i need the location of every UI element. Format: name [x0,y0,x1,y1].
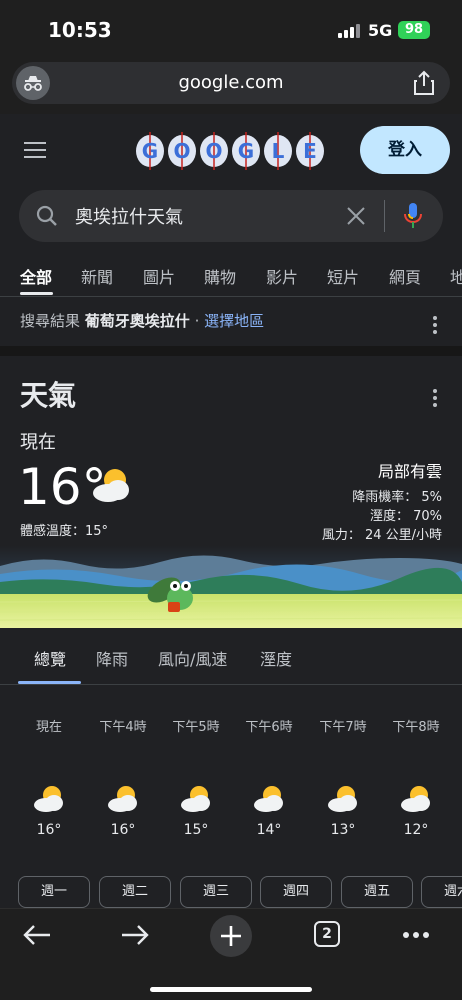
humidity: 溼度： 70% [369,509,442,524]
doodle-letter: L [272,139,285,163]
weather-tab-humidity[interactable]: 溼度 [260,646,292,670]
status-time: 10:53 [48,18,112,42]
search-tabs: 全部 新聞 圖片 購物 影片 短片 網頁 地 [0,258,462,296]
region-more-icon[interactable] [433,316,437,337]
day-chip-sat[interactable]: 週六 [421,876,462,908]
region-separator: · [194,312,200,330]
network-type: 5G [368,21,393,40]
doodle-letter: G [142,139,158,163]
hour-label: 現在 [35,720,62,735]
tab-news[interactable]: 新聞 [81,264,113,288]
active-tab-indicator [20,292,53,295]
tab-videos[interactable]: 影片 [266,264,298,288]
plus-icon [221,926,241,946]
precipitation: 降雨機率： 5% [352,490,442,505]
weather-tab-precipitation[interactable]: 降雨 [96,646,128,670]
day-chip-thu[interactable]: 週四 [260,876,332,908]
hour-temperature: 13° [330,822,356,838]
hour-temperature: 16° [110,822,136,838]
forward-arrow-icon[interactable] [120,923,150,947]
doodle-letter: E [303,139,317,163]
url-text[interactable]: google.com [12,72,450,93]
weather-tab-overview[interactable]: 總覽 [34,646,66,670]
hour-temperature: 16° [36,822,62,838]
hour-temperature: 15° [183,822,209,838]
tab-short-videos[interactable]: 短片 [327,264,359,288]
weather-scene-illustration [0,546,462,628]
hour-temperature: 12° [403,822,429,838]
choose-region-link[interactable]: 選擇地區 [204,312,264,330]
partly-cloudy-icon [108,786,137,812]
more-options-icon[interactable] [402,931,430,939]
login-button[interactable]: 登入 [360,126,450,174]
day-chip-tue[interactable]: 週二 [99,876,171,908]
region-location: 葡萄牙奧埃拉什 [84,312,190,330]
partly-cloudy-icon [254,786,283,812]
cellular-signal-icon [338,24,360,38]
search-divider [384,200,385,232]
weather-tabs-divider [0,684,462,685]
tab-images[interactable]: 圖片 [143,264,175,288]
browser-toolbar: 2 [0,908,462,1000]
microphone-icon[interactable] [403,202,423,230]
address-bar[interactable]: google.com [12,62,450,104]
doodle-letter: G [238,139,254,163]
google-doodle-logo[interactable]: GOOGLE [134,132,326,170]
home-indicator [150,987,312,992]
partly-cloudy-icon [401,786,430,812]
menu-icon[interactable] [24,142,48,160]
tab-all[interactable]: 全部 [20,264,52,288]
battery-indicator: 98 [398,21,430,39]
day-chip-wed[interactable]: 週三 [180,876,252,908]
status-bar: 10:53 5G 98 [0,0,462,58]
now-label: 現在 [20,432,56,453]
search-input[interactable] [75,202,335,230]
weather-title: 天氣 [20,379,77,412]
doodle-letter: O [173,139,190,163]
share-icon[interactable] [412,70,436,96]
tabs-divider [0,296,462,297]
hour-label: 下午4時 [99,720,147,735]
feels-like: 體感溫度：15° [20,524,109,539]
weather-more-icon[interactable] [433,389,437,410]
hour-label: 下午6時 [245,720,293,735]
hour-temperature: 14° [256,822,282,838]
daily-forecast-chips: 週一 週二 週三 週四 週五 週六 [0,876,462,908]
partly-cloudy-icon [93,469,129,502]
hour-label: 下午8時 [392,720,440,735]
tab-shopping[interactable]: 購物 [204,264,236,288]
hour-label: 下午5時 [172,720,220,735]
tab-switcher-button[interactable]: 2 [314,921,340,947]
partly-cloudy-icon [181,786,210,812]
weather-tabs: 總覽 降雨 風向/風速 溼度 [0,634,462,686]
tab-web[interactable]: 網頁 [389,264,421,288]
new-tab-button[interactable] [210,915,252,957]
doodle-letter: O [205,139,222,163]
day-chip-fri[interactable]: 週五 [341,876,413,908]
tab-maps[interactable]: 地 [450,264,462,288]
hour-label: 下午7時 [319,720,367,735]
weather-tab-wind[interactable]: 風向/風速 [158,646,227,670]
wind: 風力： 24 公里/小時 [321,528,442,543]
region-notice: 搜尋結果 葡萄牙奧埃拉什 · 選擇地區 [20,310,264,331]
google-header: GOOGLE 登入 [0,114,462,184]
browser-address-area: google.com [0,58,462,114]
back-arrow-icon[interactable] [22,923,52,947]
weather-condition: 局部有雲 [377,462,442,481]
clear-icon[interactable] [345,205,367,227]
partly-cloudy-icon [328,786,357,812]
search-icon [36,205,57,226]
partly-cloudy-icon [34,786,63,812]
section-gap [0,346,462,356]
day-chip-mon[interactable]: 週一 [18,876,90,908]
search-box[interactable] [19,190,443,242]
region-prefix: 搜尋結果 [20,312,81,330]
